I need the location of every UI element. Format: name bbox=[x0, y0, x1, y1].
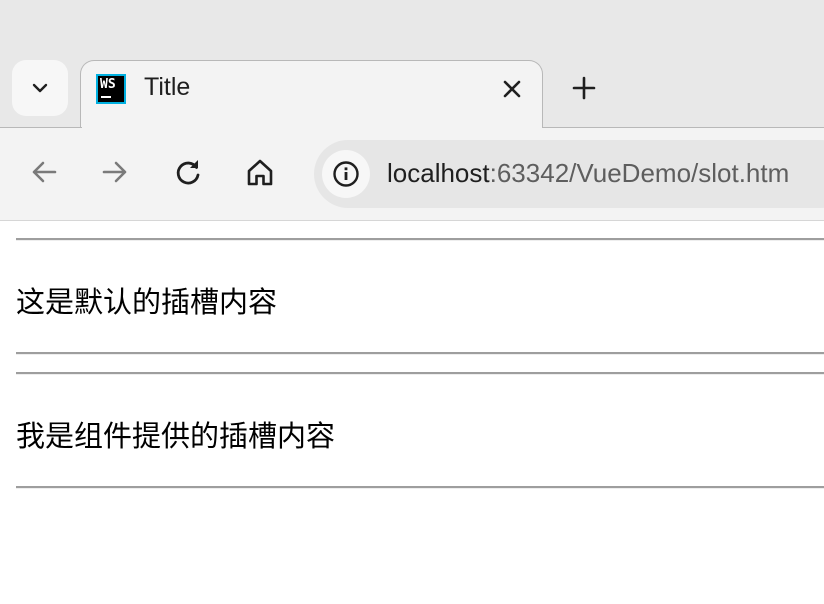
new-tab-button[interactable] bbox=[564, 68, 604, 108]
close-icon bbox=[503, 80, 521, 98]
info-icon bbox=[333, 161, 359, 187]
address-bar[interactable]: localhost:63342/VueDemo/slot.htm bbox=[314, 140, 824, 208]
default-slot-text: 这是默认的插槽内容 bbox=[16, 285, 278, 319]
component-slot-text: 我是组件提供的插槽内容 bbox=[16, 419, 336, 453]
arrow-right-icon bbox=[102, 161, 127, 183]
tab-strip: WS Title bbox=[0, 0, 824, 128]
home-icon bbox=[247, 159, 273, 186]
tab-toolbar-join bbox=[81, 125, 542, 131]
horizontal-rule bbox=[16, 486, 824, 489]
forward-button[interactable] bbox=[91, 148, 139, 196]
horizontal-rule bbox=[16, 238, 824, 241]
chevron-down-icon bbox=[32, 83, 48, 93]
webstorm-favicon-icon: WS bbox=[96, 74, 126, 104]
home-button[interactable] bbox=[236, 148, 284, 196]
url-path: :63342/VueDemo/slot.htm bbox=[489, 158, 790, 188]
browser-toolbar: localhost:63342/VueDemo/slot.htm bbox=[0, 127, 824, 221]
url-text[interactable]: localhost:63342/VueDemo/slot.htm bbox=[387, 158, 789, 189]
url-host: localhost bbox=[387, 158, 490, 188]
browser-tab-active[interactable]: WS Title bbox=[80, 60, 543, 128]
tab-close-button[interactable] bbox=[498, 75, 526, 103]
arrow-left-icon bbox=[32, 161, 57, 183]
back-button[interactable] bbox=[20, 148, 68, 196]
horizontal-rule bbox=[16, 372, 824, 375]
horizontal-rule bbox=[16, 352, 824, 355]
reload-button[interactable] bbox=[164, 148, 212, 196]
tab-list-button[interactable] bbox=[12, 60, 68, 116]
plus-icon bbox=[572, 76, 596, 100]
reload-icon bbox=[176, 160, 200, 185]
site-info-button[interactable] bbox=[322, 150, 370, 198]
tab-title: Title bbox=[144, 73, 191, 101]
